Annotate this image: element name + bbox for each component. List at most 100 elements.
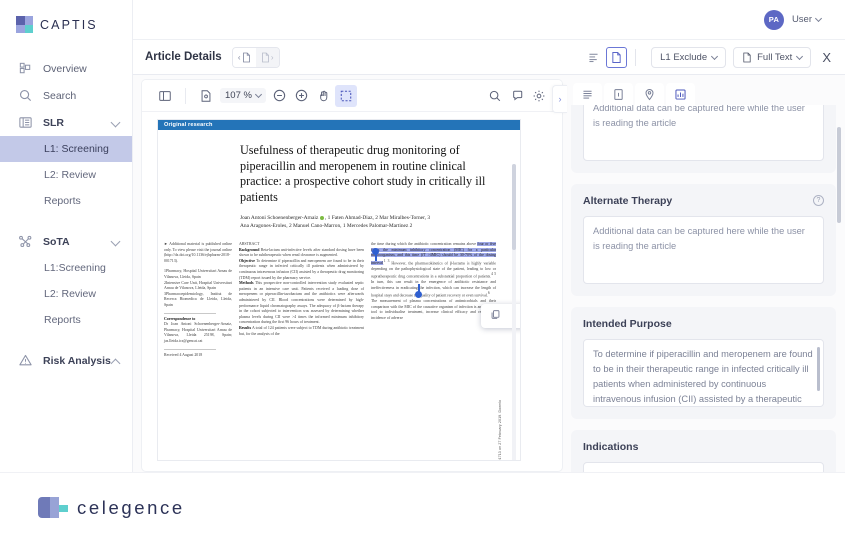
zoom-out-button[interactable] bbox=[269, 85, 291, 107]
sidebar-group-slr[interactable]: SLR bbox=[0, 109, 132, 136]
pdf-search-button[interactable] bbox=[484, 85, 506, 107]
pdf-sidebar-toggle-button[interactable] bbox=[154, 85, 176, 107]
pdf-toolbar: 107 % bbox=[142, 80, 562, 112]
panel-scrollbar-thumb[interactable] bbox=[837, 127, 841, 223]
sidebar-item-search[interactable]: Search bbox=[0, 82, 132, 109]
app-logo-text: CAPTIS bbox=[40, 17, 98, 32]
document-view-button[interactable] bbox=[606, 46, 628, 68]
pdf-scrollbar-thumb[interactable] bbox=[512, 164, 516, 250]
chevron-down-icon bbox=[254, 90, 262, 99]
field-card-partial bbox=[571, 105, 836, 173]
field-card-alternate-therapy: Alternate Therapy ? bbox=[571, 184, 836, 296]
zoom-in-button[interactable] bbox=[291, 85, 313, 107]
tab-chart[interactable] bbox=[666, 83, 695, 105]
article-type-band: Original research bbox=[158, 120, 520, 130]
affiliation: 1Pharmacy, Hospital Universitari Arnau d… bbox=[164, 269, 232, 279]
article-columns: ► Additional material is published onlin… bbox=[164, 242, 520, 460]
app-logo[interactable]: CAPTIS bbox=[0, 0, 132, 33]
grid-icon bbox=[18, 61, 33, 76]
panel-collapse-button[interactable]: › bbox=[552, 85, 567, 113]
sidebar-group-sota[interactable]: SoTA bbox=[0, 228, 132, 255]
panel-tabs bbox=[563, 79, 845, 105]
text-highlight[interactable]: four or five times the minimum inhibitor… bbox=[371, 242, 496, 266]
pdf-comment-button[interactable] bbox=[506, 85, 528, 107]
footer-brand-bar: celegence bbox=[0, 472, 845, 542]
sidebar-item-slr-reports[interactable]: Reports bbox=[0, 188, 132, 214]
pdf-page[interactable]: Original research Usefulness of therapeu… bbox=[158, 120, 520, 460]
zoom-level-value: 107 % bbox=[225, 90, 252, 101]
additional-data-textarea[interactable] bbox=[583, 105, 824, 161]
sidebar-group-label: Risk Analysis bbox=[43, 354, 111, 367]
divider bbox=[164, 312, 216, 314]
indications-textarea[interactable] bbox=[583, 462, 824, 472]
pdf-settings-button[interactable] bbox=[528, 85, 550, 107]
gear-icon bbox=[533, 90, 545, 101]
article-authors: Joan Antoni Schoenenberger-Arnaiz , 1 Fa… bbox=[240, 214, 510, 230]
abstract-paragraph: Results A total of 124 patients were sub… bbox=[239, 326, 364, 337]
chevron-down-icon bbox=[110, 117, 121, 127]
sidebar-subitem-label: Reports bbox=[44, 195, 81, 207]
selection-end-handle[interactable] bbox=[415, 291, 422, 298]
avatar[interactable]: PA bbox=[763, 9, 784, 30]
sidebar-group-risk-analysis[interactable]: Risk Analysis bbox=[0, 347, 132, 374]
document-icon bbox=[612, 51, 621, 63]
sidebar-item-slr-l2-review[interactable]: L2: Review bbox=[0, 162, 132, 188]
sidebar-group-label: SoTA bbox=[43, 235, 70, 248]
abstract-paragraph: Objective To determine if piperacillin a… bbox=[239, 259, 364, 281]
l1-exclude-dropdown[interactable]: L1 Exclude bbox=[651, 46, 727, 68]
user-menu[interactable]: User bbox=[792, 14, 823, 25]
celegence-logo-icon bbox=[38, 497, 68, 518]
alternate-therapy-textarea[interactable] bbox=[583, 216, 824, 284]
highlight-icon[interactable] bbox=[518, 307, 520, 325]
abstract-label: Background bbox=[239, 247, 260, 252]
chevron-down-icon bbox=[796, 52, 804, 60]
body-paragraph: The measurement of plasma concentrations… bbox=[371, 299, 496, 321]
abstract-text: To determine if piperacillin and meropen… bbox=[239, 258, 364, 280]
sidebar-item-slr-l1-screening[interactable]: L1: Screening bbox=[0, 136, 132, 162]
tab-info[interactable] bbox=[604, 83, 633, 105]
textarea-scrollbar[interactable] bbox=[817, 347, 820, 391]
body-split: 107 % Original research Usefulness of th… bbox=[133, 75, 845, 472]
divider bbox=[635, 48, 637, 66]
tab-tag[interactable] bbox=[635, 83, 664, 105]
area-select-button[interactable] bbox=[334, 84, 357, 107]
captis-logo-icon bbox=[16, 16, 33, 33]
tab-list[interactable] bbox=[573, 83, 602, 105]
affiliation: 2Intensive Care Unit, Hospital Universit… bbox=[164, 280, 232, 291]
network-icon bbox=[18, 234, 33, 249]
abstract-label: Methods bbox=[239, 281, 254, 286]
panel-icon bbox=[159, 90, 171, 101]
abstract-text: This prospective non-controlled interven… bbox=[239, 281, 364, 325]
abstract-label: Objective bbox=[239, 258, 255, 263]
list-icon bbox=[589, 53, 598, 62]
pdf-thumbnail-button[interactable] bbox=[195, 85, 217, 107]
chevron-down-icon bbox=[711, 52, 719, 60]
sidebar-item-sota-l1-screening[interactable]: L1:Screening bbox=[0, 255, 132, 281]
app-root: CAPTIS Overview Search SLR L1: Screening… bbox=[0, 0, 845, 542]
close-button[interactable]: X bbox=[822, 51, 831, 64]
abstract-paragraph: Methods This prospective non-controlled … bbox=[239, 281, 364, 326]
full-text-dropdown[interactable]: Full Text bbox=[733, 46, 812, 68]
help-icon[interactable]: ? bbox=[813, 195, 824, 206]
divider bbox=[164, 348, 216, 350]
selection-start-handle[interactable] bbox=[372, 248, 379, 255]
list-view-button[interactable] bbox=[583, 46, 605, 68]
field-card-indications: Indications bbox=[571, 430, 836, 472]
sidebar-group-label: SLR bbox=[43, 116, 64, 129]
sidebar-item-label: Overview bbox=[43, 62, 87, 75]
document-navigation: ‹ › bbox=[231, 46, 280, 68]
author-name: Joan Antoni Schoenenberger-Arnaiz bbox=[240, 215, 319, 221]
sidebar-item-sota-l2-review[interactable]: L2: Review bbox=[0, 281, 132, 307]
prev-document-button[interactable]: ‹ bbox=[232, 47, 256, 67]
intended-purpose-textarea[interactable] bbox=[583, 339, 824, 407]
info-document-icon bbox=[614, 88, 623, 100]
zoom-level-dropdown[interactable]: 107 % bbox=[220, 88, 266, 103]
pan-tool-button[interactable] bbox=[313, 85, 335, 107]
next-document-button[interactable]: › bbox=[255, 47, 279, 67]
full-text-label: Full Text bbox=[757, 51, 793, 63]
sidebar-item-overview[interactable]: Overview bbox=[0, 55, 132, 82]
body-paragraph-highlighted[interactable]: the time during which the antibiotic con… bbox=[371, 242, 496, 299]
sidebar-item-sota-reports[interactable]: Reports bbox=[0, 307, 132, 333]
article-title: Usefulness of therapeutic drug monitorin… bbox=[240, 143, 486, 204]
sidebar: CAPTIS Overview Search SLR L1: Screening… bbox=[0, 0, 133, 472]
